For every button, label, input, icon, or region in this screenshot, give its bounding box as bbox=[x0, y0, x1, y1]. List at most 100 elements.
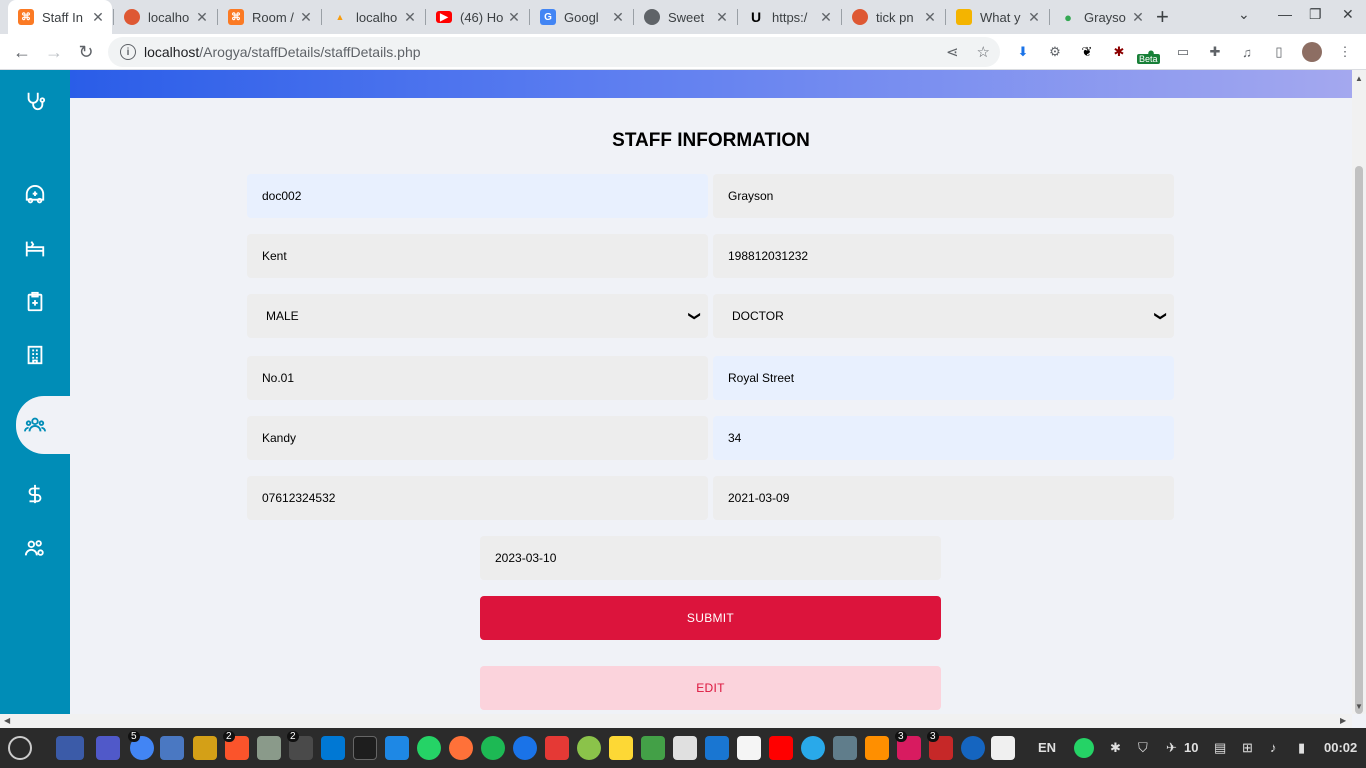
bluetooth-tray-icon[interactable]: ✱ bbox=[1110, 740, 1121, 756]
tab-search-icon[interactable]: ⌄ bbox=[1238, 6, 1250, 23]
tab-google-translate[interactable]: G Googl ✕ bbox=[530, 0, 632, 34]
horizontal-scrollbar[interactable]: ◀ ▶ bbox=[0, 714, 1352, 728]
clock[interactable]: 00:02 bbox=[1324, 740, 1357, 755]
tab-udemy[interactable]: U https:/ ✕ bbox=[738, 0, 840, 34]
shield-tray-icon[interactable]: ⛉ bbox=[1138, 740, 1148, 756]
address-no-field[interactable]: No.01 bbox=[247, 356, 708, 400]
close-icon[interactable]: ✕ bbox=[1026, 9, 1042, 26]
mint-menu-icon[interactable] bbox=[8, 736, 32, 760]
age-field[interactable]: 34 bbox=[713, 416, 1174, 460]
telegram-icon[interactable] bbox=[801, 736, 825, 760]
layers-icon[interactable] bbox=[641, 736, 665, 760]
document-editor-icon[interactable] bbox=[673, 736, 697, 760]
keyboard-language[interactable]: EN bbox=[1038, 740, 1056, 755]
spotify-icon[interactable] bbox=[481, 736, 505, 760]
extensions-puzzle-icon[interactable]: ✚ bbox=[1206, 43, 1224, 61]
files-icon[interactable] bbox=[160, 736, 184, 760]
scroll-down-icon[interactable]: ▼ bbox=[1355, 702, 1363, 711]
profile-avatar[interactable] bbox=[1302, 42, 1322, 62]
show-desktop-icon[interactable] bbox=[56, 736, 84, 760]
close-icon[interactable]: ✕ bbox=[402, 9, 418, 26]
close-icon[interactable]: ✕ bbox=[714, 9, 730, 26]
bluetooth-app-icon[interactable] bbox=[961, 736, 985, 760]
extension-document-icon[interactable]: ▭ bbox=[1174, 43, 1192, 61]
role-select[interactable]: DOCTOR ❯ bbox=[713, 294, 1174, 338]
network-tree-icon[interactable]: ⊞ bbox=[1242, 740, 1253, 756]
restore-icon[interactable]: ❐ bbox=[1309, 6, 1322, 23]
tab-staff-info[interactable]: ⌘ Staff In ✕ bbox=[8, 0, 112, 34]
tab-sweet[interactable]: Sweet ✕ bbox=[634, 0, 736, 34]
clipboard-tray-icon[interactable]: ▤ bbox=[1214, 740, 1226, 756]
download-icon[interactable]: ⬇ bbox=[1014, 43, 1032, 61]
s-app-icon[interactable] bbox=[193, 736, 217, 760]
drawing-tool-icon[interactable] bbox=[257, 736, 281, 760]
whatsapp-icon[interactable] bbox=[417, 736, 441, 760]
site-info-icon[interactable]: i bbox=[120, 44, 136, 60]
gender-select[interactable]: MALE ❯ bbox=[247, 294, 708, 338]
vertical-scrollbar[interactable]: ▲ ▼ bbox=[1352, 70, 1366, 714]
last-name-field[interactable]: Kent bbox=[247, 234, 708, 278]
join-date-field[interactable]: 2021-03-09 bbox=[713, 476, 1174, 520]
close-icon[interactable]: ✕ bbox=[610, 9, 626, 26]
close-icon[interactable]: ✕ bbox=[506, 9, 522, 26]
scroll-up-icon[interactable]: ▲ bbox=[1355, 74, 1363, 83]
system-monitor-icon[interactable] bbox=[385, 736, 409, 760]
browser-menu-icon[interactable]: ⋮ bbox=[1336, 43, 1354, 61]
first-name-field[interactable]: Grayson bbox=[713, 174, 1174, 218]
music-tray-icon[interactable]: ♪ bbox=[1270, 740, 1277, 755]
tab-room[interactable]: ⌘ Room / ✕ bbox=[218, 0, 320, 34]
submit-button[interactable]: SUBMIT bbox=[480, 596, 941, 640]
whatsapp-tray-icon[interactable] bbox=[1074, 738, 1094, 758]
share-icon[interactable]: ⋖ bbox=[946, 43, 959, 61]
z-app-icon[interactable] bbox=[545, 736, 569, 760]
teams-icon[interactable] bbox=[96, 736, 120, 760]
sidebar-item-payments[interactable] bbox=[0, 471, 70, 517]
settings-icon[interactable] bbox=[991, 736, 1015, 760]
city-field[interactable]: Kandy bbox=[247, 416, 708, 460]
staff-id-field[interactable]: doc002 bbox=[247, 174, 708, 218]
bookmark-star-icon[interactable]: ☆ bbox=[977, 43, 990, 61]
reload-icon[interactable]: ↻ bbox=[74, 40, 98, 64]
street-field[interactable]: Royal Street bbox=[713, 356, 1174, 400]
extension-bug-icon[interactable]: ✱ bbox=[1110, 43, 1128, 61]
screenshot-icon[interactable] bbox=[833, 736, 857, 760]
drawio-icon[interactable] bbox=[865, 736, 889, 760]
terminal-icon[interactable] bbox=[353, 736, 377, 760]
tab-localhost-2[interactable]: ▲ localho ✕ bbox=[322, 0, 424, 34]
sidebar-item-ambulance[interactable] bbox=[0, 173, 70, 219]
sidebar-item-doctors[interactable] bbox=[0, 78, 70, 124]
tab-what[interactable]: What y ✕ bbox=[946, 0, 1048, 34]
close-icon[interactable]: ✕ bbox=[922, 9, 938, 26]
tab-youtube[interactable]: ▶ (46) Ho ✕ bbox=[426, 0, 528, 34]
close-icon[interactable]: ✕ bbox=[818, 9, 834, 26]
location-icon[interactable] bbox=[513, 736, 537, 760]
tab-grayson[interactable]: ● Grayso ✕ bbox=[1050, 0, 1152, 34]
sidebar-item-staff[interactable] bbox=[16, 396, 70, 454]
phone-field[interactable]: 07612324532 bbox=[247, 476, 708, 520]
sidebar-item-wards[interactable] bbox=[0, 332, 70, 378]
close-icon[interactable]: ✕ bbox=[90, 9, 106, 26]
scroll-right-icon[interactable]: ▶ bbox=[1340, 716, 1346, 725]
address-bar[interactable]: i localhost /Arogya/staffDetails/staffDe… bbox=[108, 37, 1000, 67]
extension-feather-icon[interactable]: ❦ bbox=[1078, 43, 1096, 61]
network-tray-icon[interactable]: ✈ bbox=[1166, 740, 1177, 756]
sidebar-item-rooms[interactable] bbox=[0, 226, 70, 272]
extension-gear-icon[interactable]: ⚙ bbox=[1046, 43, 1064, 61]
tab-tick[interactable]: tick pn ✕ bbox=[842, 0, 944, 34]
close-icon[interactable]: ✕ bbox=[194, 9, 210, 26]
close-icon[interactable]: ✕ bbox=[1130, 9, 1146, 26]
vscode-icon[interactable] bbox=[321, 736, 345, 760]
notes-icon[interactable] bbox=[609, 736, 633, 760]
network-app-icon[interactable] bbox=[705, 736, 729, 760]
youtube-app-icon[interactable] bbox=[769, 736, 793, 760]
calculator-icon[interactable] bbox=[577, 736, 601, 760]
current-date-field[interactable]: 2023-03-10 bbox=[480, 536, 941, 580]
minimize-icon[interactable]: — bbox=[1278, 6, 1292, 22]
sidebar-item-user-settings[interactable] bbox=[0, 525, 70, 571]
new-tab-icon[interactable]: + bbox=[1156, 4, 1169, 30]
edit-button[interactable]: EDIT bbox=[480, 666, 941, 710]
media-control-icon[interactable]: ♫ bbox=[1238, 43, 1256, 61]
window-close-icon[interactable]: ✕ bbox=[1342, 6, 1354, 23]
scroll-left-icon[interactable]: ◀ bbox=[4, 716, 10, 725]
battery-icon[interactable]: ▮ bbox=[1298, 740, 1305, 756]
